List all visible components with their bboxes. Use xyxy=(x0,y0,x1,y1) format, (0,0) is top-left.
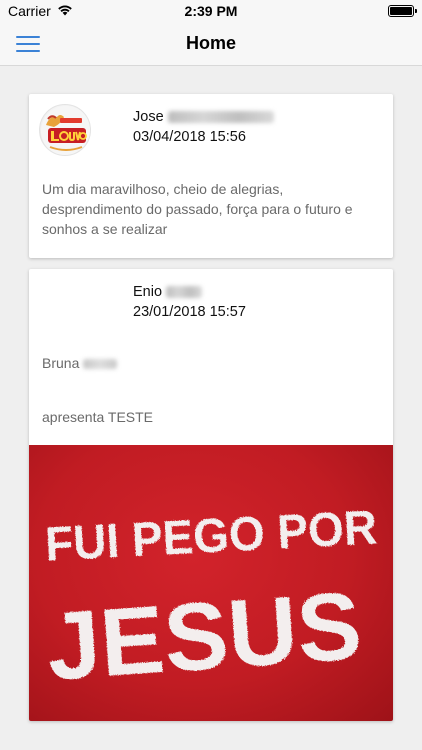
post-caption: apresenta TESTE xyxy=(42,409,154,425)
post-card[interactable]: Jose 03/04/2018 15:56 Um dia maravilhoso… xyxy=(29,94,393,258)
author-last-name-redacted xyxy=(166,286,203,299)
author-first-name: Jose xyxy=(133,109,164,125)
page-title: Home xyxy=(185,33,236,53)
post-date: 23/01/2018 15:57 xyxy=(133,304,246,320)
post-date: 03/04/2018 15:56 xyxy=(133,129,246,145)
battery-icon xyxy=(388,5,417,17)
mention-last-name-redacted xyxy=(83,359,118,370)
mention-first-name: Bruna xyxy=(42,355,80,371)
post-image-graphic: FUI PEGO POR JESUS xyxy=(43,499,379,701)
post-card[interactable]: Enio 23/01/2018 15:57 Bruna apresenta TE… xyxy=(29,269,393,721)
image-text-line1: FUI PEGO POR xyxy=(44,499,379,571)
louvor-logo-icon xyxy=(41,106,90,155)
post-author: Jose xyxy=(133,109,274,125)
image-text-line2: JESUS xyxy=(43,572,365,701)
status-left: Carrier xyxy=(8,3,73,19)
battery-fill xyxy=(390,7,412,15)
menu-line xyxy=(16,43,40,45)
author-last-name-redacted xyxy=(167,111,274,124)
post-image[interactable]: FUI PEGO POR JESUS xyxy=(29,445,393,721)
post-message: Um dia maravilhoso, cheio de alegrias, d… xyxy=(42,181,353,237)
carrier-label: Carrier xyxy=(8,3,51,19)
post-mention: Bruna xyxy=(42,355,118,371)
feed[interactable]: Jose 03/04/2018 15:56 Um dia maravilhoso… xyxy=(0,67,422,750)
navigation-bar: Home xyxy=(0,22,422,66)
post-author: Enio xyxy=(133,284,203,300)
menu-line xyxy=(16,50,40,52)
wifi-icon xyxy=(57,3,73,19)
status-bar: Carrier 2:39 PM xyxy=(0,0,422,22)
menu-line xyxy=(16,36,40,38)
author-first-name: Enio xyxy=(133,284,163,300)
avatar[interactable] xyxy=(39,104,91,156)
hamburger-menu-icon[interactable] xyxy=(16,34,40,54)
